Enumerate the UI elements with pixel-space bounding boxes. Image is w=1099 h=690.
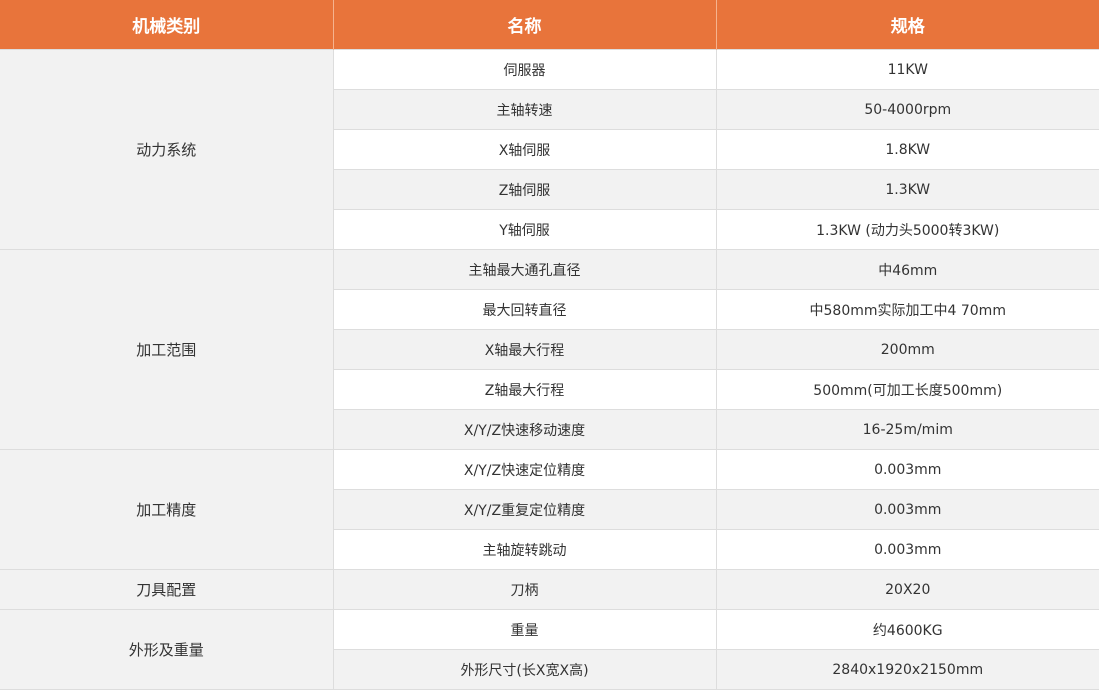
category-cell: 动力系统 <box>0 49 334 250</box>
table-header: 机械类别 名称 规格 <box>0 0 1099 50</box>
item-name-cell: Y轴伺服 <box>332 209 717 250</box>
item-name-cell: 主轴最大通孔直径 <box>332 249 717 290</box>
item-name-cell: 外形尺寸(长X宽X高) <box>332 649 717 690</box>
category-cell: 加工范围 <box>0 249 334 450</box>
table-row: 外形及重量 重量 约4600KG <box>0 609 1099 690</box>
table-row: 加工精度 X/Y/Z快速定位精度 0.003mm <box>0 449 1099 570</box>
category-cell: 加工精度 <box>0 449 334 570</box>
item-name-cell: 刀柄 <box>332 569 717 610</box>
item-spec-cell: 0.003mm <box>715 529 1099 570</box>
item-name-cell: Z轴最大行程 <box>332 369 717 410</box>
item-name-cell: 主轴旋转跳动 <box>332 529 717 570</box>
item-name-cell: X/Y/Z快速移动速度 <box>332 409 717 450</box>
item-name-cell: X轴最大行程 <box>332 329 717 370</box>
table-body: 动力系统 伺服器 11KW 主轴转速 50-4000rpm X轴伺服 1.8KW Z轴伺服 1.… <box>0 49 1099 690</box>
item-spec-cell: 500mm(可加工长度500mm) <box>715 369 1099 410</box>
item-name-cell: X轴伺服 <box>332 129 717 170</box>
item-spec-cell: 11KW <box>715 49 1099 90</box>
category-cell: 刀具配置 <box>0 569 334 610</box>
item-spec-cell: 中580mm实际加工中4 70mm <box>715 289 1099 330</box>
header-row: 机械类别 名称 规格 <box>0 0 1099 50</box>
item-spec-cell: 1.3KW <box>715 169 1099 210</box>
item-spec-cell: 200mm <box>715 329 1099 370</box>
category-cell: 外形及重量 <box>0 609 334 690</box>
item-spec-cell: 50-4000rpm <box>715 89 1099 130</box>
item-spec-cell: 2840x1920x2150mm <box>715 649 1099 690</box>
item-name-cell: 主轴转速 <box>332 89 717 130</box>
item-spec-cell: 20X20 <box>715 569 1099 610</box>
item-spec-cell: 0.003mm <box>715 449 1099 490</box>
table-row: 动力系统 伺服器 11KW <box>0 49 1099 250</box>
spec-table: 机械类别 名称 规格 动力系统 伺服器 11KW 主轴转速 50-4000rpm X轴伺服… <box>0 0 1099 690</box>
item-spec-cell: 中46mm <box>715 249 1099 290</box>
header-name: 名称 <box>333 0 717 50</box>
item-name-cell: X/Y/Z重复定位精度 <box>332 489 717 530</box>
item-name-cell: X/Y/Z快速定位精度 <box>332 449 717 490</box>
item-spec-cell: 1.8KW <box>715 129 1099 170</box>
item-name-cell: 重量 <box>332 609 717 650</box>
item-spec-cell: 1.3KW (动力头5000转3KW) <box>715 209 1099 250</box>
header-category: 机械类别 <box>0 0 334 50</box>
table-row: 刀具配置 刀柄 20X20 <box>0 569 1099 610</box>
item-name-cell: Z轴伺服 <box>332 169 717 210</box>
item-spec-cell: 约4600KG <box>715 609 1099 650</box>
item-name-cell: 最大回转直径 <box>332 289 717 330</box>
table-row: 加工范围 主轴最大通孔直径 中46mm <box>0 249 1099 450</box>
header-spec: 规格 <box>716 0 1099 50</box>
item-spec-cell: 0.003mm <box>715 489 1099 530</box>
item-spec-cell: 16-25m/mim <box>715 409 1099 450</box>
item-name-cell: 伺服器 <box>332 49 717 90</box>
